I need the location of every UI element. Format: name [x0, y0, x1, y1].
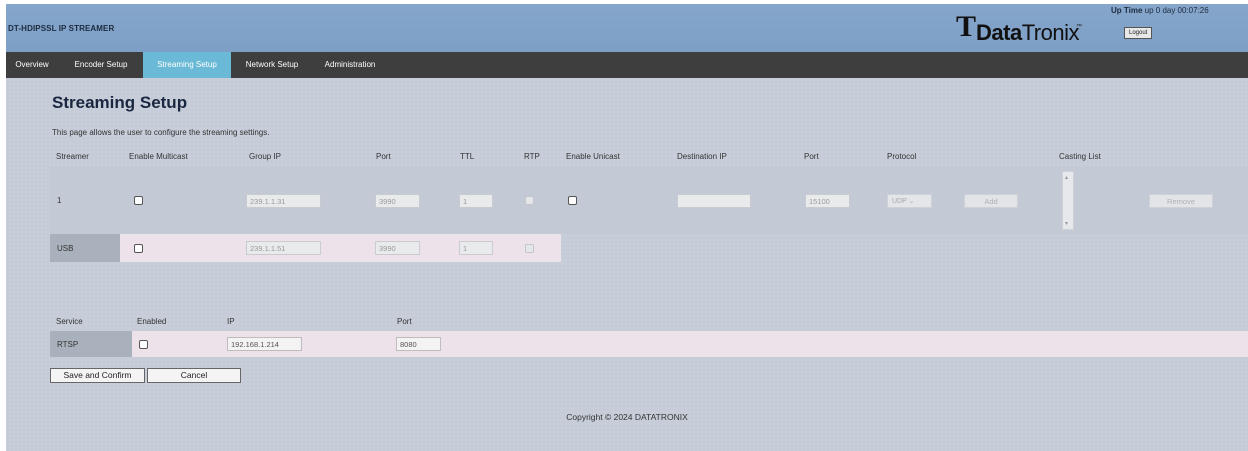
add-button[interactable]: Add [964, 194, 1018, 208]
page-frame: DT-HDIPSSL IP STREAMER T DataTronix ™ Up… [6, 4, 1248, 451]
rtsp-ip-input[interactable]: 192.168.1.214 [227, 337, 302, 351]
destination-ip-input[interactable] [677, 194, 751, 208]
save-and-confirm-button[interactable]: Save and Confirm [50, 368, 145, 383]
usb-label-cell: USB [50, 234, 120, 262]
col-header-dest-port: Port [804, 152, 819, 161]
rtsp-label-cell: RTSP [50, 331, 132, 357]
logo-trademark: ™ [1076, 24, 1082, 30]
col-header-service-port: Port [397, 317, 412, 326]
usb-port-input[interactable]: 3990 [375, 241, 420, 255]
logo-bold: Data [976, 20, 1022, 45]
casting-list-box[interactable]: ▴ ▾ [1062, 171, 1074, 230]
col-header-enable-multicast: Enable Multicast [129, 152, 188, 161]
port-input[interactable]: 3990 [375, 194, 420, 208]
group-ip-input[interactable]: 239.1.1.31 [246, 194, 321, 208]
col-header-protocol: Protocol [887, 152, 917, 161]
col-header-enabled: Enabled [137, 317, 167, 326]
chevron-down-icon: ⌄ [908, 198, 915, 205]
dest-port-input[interactable]: 15100 [805, 194, 850, 208]
enable-multicast-checkbox[interactable] [134, 196, 143, 205]
usb-group-ip-input[interactable]: 239.1.1.51 [246, 241, 321, 255]
tab-streaming-setup[interactable]: Streaming Setup [143, 52, 231, 78]
col-header-service: Service [56, 317, 83, 326]
uptime-value: up 0 day 00:07:26 [1142, 6, 1209, 15]
usb-enable-multicast-checkbox[interactable] [134, 244, 143, 253]
logo-mark-icon: T [956, 10, 977, 43]
uptime-readout: Up Time up 0 day 00:07:26 [1111, 6, 1209, 15]
ttl-input[interactable]: 1 [459, 194, 493, 208]
service-rtsp-label: RTSP [57, 340, 79, 349]
rtsp-enabled-checkbox[interactable] [139, 340, 148, 349]
datatronix-logo: T DataTronix ™ [956, 8, 1106, 46]
table-row-streamer-1: 1 239.1.1.31 3990 1 15100 UDP ⌄ Add ▴ ▾ … [50, 167, 1248, 234]
streamer-usb-label: USB [57, 244, 74, 253]
page-description: This page allows the user to configure t… [52, 128, 270, 137]
header-bar: DT-HDIPSSL IP STREAMER T DataTronix ™ Up… [6, 4, 1248, 52]
scroll-down-icon: ▾ [1065, 221, 1069, 227]
col-header-group-ip: Group IP [249, 152, 282, 161]
col-header-streamer: Streamer [56, 152, 89, 161]
enable-unicast-checkbox[interactable] [568, 196, 577, 205]
col-header-port: Port [376, 152, 391, 161]
tab-network-setup[interactable]: Network Setup [234, 52, 310, 78]
table-row-usb: 239.1.1.51 3990 1 [120, 234, 561, 262]
streamer-id: 1 [57, 196, 62, 205]
protocol-select[interactable]: UDP ⌄ [887, 194, 932, 208]
logo-wordmark: DataTronix [976, 20, 1080, 46]
uptime-label: Up Time [1111, 6, 1143, 15]
copyright-footer: Copyright © 2024 DATATRONIX [566, 412, 688, 422]
col-header-rtp: RTP [524, 152, 540, 161]
cancel-button[interactable]: Cancel [147, 368, 241, 383]
col-header-enable-unicast: Enable Unicast [566, 152, 620, 161]
scroll-up-icon: ▴ [1065, 175, 1069, 181]
rtsp-port-input[interactable]: 8080 [396, 337, 441, 351]
logo-rest: Tronix [1021, 20, 1080, 45]
main-nav: Overview Encoder Setup Streaming Setup N… [6, 52, 1248, 78]
tab-encoder-setup[interactable]: Encoder Setup [62, 52, 140, 78]
col-header-casting-list: Casting List [1059, 152, 1101, 161]
page-title: Streaming Setup [52, 93, 188, 112]
col-header-destination-ip: Destination IP [677, 152, 727, 161]
table-row-rtsp: 192.168.1.214 8080 [132, 331, 1248, 357]
usb-rtp-checkbox[interactable] [525, 244, 534, 253]
rtp-checkbox[interactable] [525, 196, 534, 205]
col-header-ip: IP [227, 317, 235, 326]
remove-button[interactable]: Remove [1149, 194, 1213, 208]
col-header-ttl: TTL [460, 152, 475, 161]
usb-ttl-input[interactable]: 1 [459, 241, 493, 255]
logout-button[interactable]: Logout [1124, 27, 1153, 39]
tab-administration[interactable]: Administration [314, 52, 386, 78]
product-title: DT-HDIPSSL IP STREAMER [8, 24, 115, 33]
tab-overview[interactable]: Overview [6, 52, 58, 78]
protocol-value: UDP [892, 198, 907, 205]
